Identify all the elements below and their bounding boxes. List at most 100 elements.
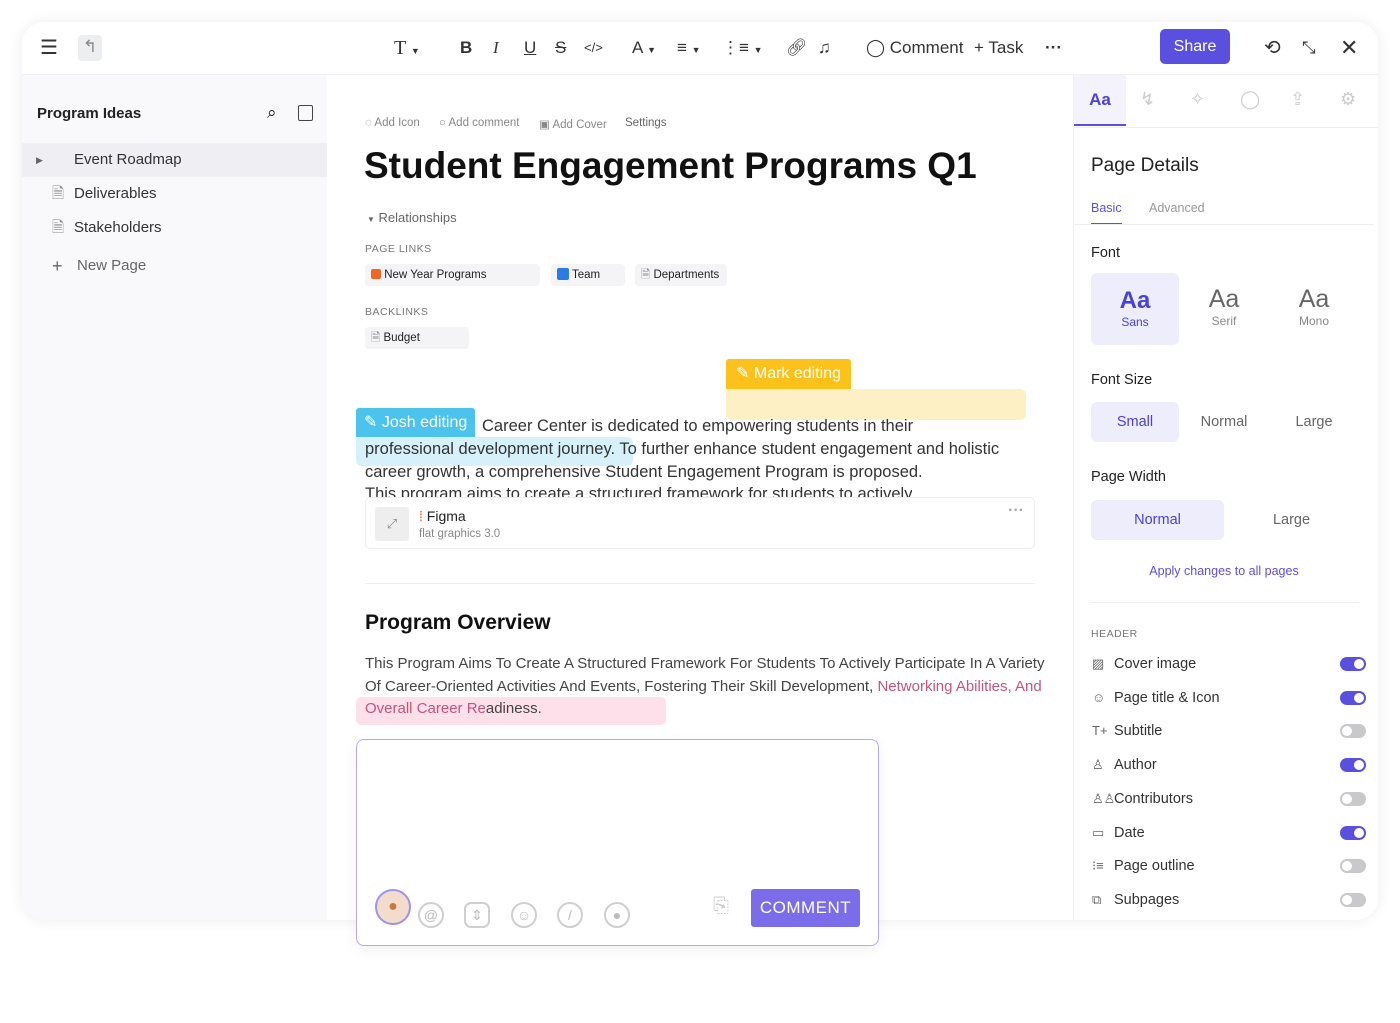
add-cover-button[interactable]: ▣ Add Cover: [539, 117, 607, 131]
expand-icon[interactable]: ⤢: [375, 507, 409, 541]
add-comment-button[interactable]: ○ Add comment: [439, 117, 519, 129]
size-small[interactable]: Small: [1091, 402, 1179, 442]
close-icon[interactable]: ✕: [1340, 36, 1358, 60]
tab-export-icon[interactable]: ⇪: [1290, 89, 1305, 110]
toggle-switch[interactable]: [1340, 758, 1366, 773]
slash-command-icon[interactable]: /: [557, 902, 583, 928]
comment-submit-button[interactable]: COMMENT: [751, 889, 860, 927]
width-normal[interactable]: Normal: [1091, 500, 1224, 540]
embed-icon[interactable]: ♫: [818, 36, 831, 60]
sidebar-item-stakeholders[interactable]: 🗎 Stakeholders: [22, 211, 327, 245]
tab-typography[interactable]: Aa: [1074, 75, 1126, 126]
assign-icon[interactable]: ⇕: [464, 902, 490, 928]
font-size-label: Font Size: [1091, 372, 1153, 388]
size-normal[interactable]: Normal: [1180, 402, 1268, 442]
new-page-button[interactable]: + New Page: [22, 249, 327, 283]
font-option-serif[interactable]: Aa Serif: [1180, 273, 1268, 345]
page-link-chip[interactable]: 🗎 Departments: [635, 264, 728, 286]
header-toggle-row: T+ Subtitle: [1092, 719, 1372, 743]
text-color-icon[interactable]: A ▼: [632, 36, 656, 60]
calendar-icon: ▭: [1092, 824, 1105, 840]
paragraph-text: adiness.: [485, 700, 542, 717]
page-title[interactable]: Student Engagement Programs Q1: [364, 145, 977, 187]
font-option-sans[interactable]: Aa Sans: [1091, 273, 1179, 345]
sidebar-item-deliverables[interactable]: 🗎 Deliverables: [22, 177, 327, 211]
add-icon-button[interactable]: ◌ Add Icon: [365, 117, 420, 129]
header-toggle-row: ⧉ Subpages: [1092, 888, 1372, 912]
toggle-switch[interactable]: [1340, 859, 1366, 874]
mention-icon[interactable]: @: [418, 902, 444, 928]
undo-icon[interactable]: ↰: [78, 35, 102, 61]
figma-embed[interactable]: ⤢ ⁞ Figma flat graphics 3.0 ···: [365, 497, 1035, 549]
collapse-icon[interactable]: ⤡: [1302, 36, 1316, 60]
italic-icon[interactable]: I: [493, 36, 499, 60]
task-button[interactable]: + Task: [974, 36, 1023, 60]
apply-all-link[interactable]: Apply changes to all pages: [1074, 564, 1374, 578]
page-link-chip[interactable]: Team: [551, 264, 625, 286]
user-icon: ♙: [1092, 757, 1104, 773]
tab-advanced[interactable]: Advanced: [1149, 201, 1205, 215]
tab-basic[interactable]: Basic: [1091, 201, 1122, 225]
size-large[interactable]: Large: [1270, 402, 1358, 442]
collapse-sidebar-icon[interactable]: [298, 105, 313, 121]
font-option-mono[interactable]: Aa Mono: [1270, 273, 1358, 345]
toggle-switch[interactable]: [1340, 892, 1366, 907]
menu-icon[interactable]: ☰: [40, 36, 58, 60]
tab-autofill-icon[interactable]: ↯: [1140, 89, 1155, 110]
subtitle-icon: T+: [1092, 723, 1108, 739]
sidebar-item-event-roadmap[interactable]: ▶ Event Roadmap: [22, 143, 327, 177]
tab-comments-icon[interactable]: ◯: [1240, 89, 1260, 110]
comment-button[interactable]: ◯ Comment: [866, 36, 963, 60]
bold-icon[interactable]: B: [460, 36, 472, 60]
relationships-label: Relationships: [378, 210, 457, 225]
smiley-icon: ☺: [1092, 689, 1106, 705]
figma-icon: ⁞: [419, 508, 423, 524]
josh-editing-badge: ✎ Josh editing: [356, 408, 476, 437]
toggle-switch[interactable]: [1340, 724, 1366, 739]
settings-button[interactable]: Settings: [625, 117, 667, 129]
share-button[interactable]: Share: [1160, 29, 1230, 64]
toggle-switch[interactable]: [1340, 657, 1366, 671]
tab-ai-icon[interactable]: ✧: [1190, 89, 1205, 110]
more-icon[interactable]: ···: [1045, 36, 1062, 60]
relationships-toggle[interactable]: ▼ Relationships: [367, 210, 457, 225]
emoji-icon[interactable]: ☺: [511, 902, 537, 928]
toggle-switch[interactable]: [1340, 791, 1366, 806]
link-icon[interactable]: 🔗︎: [786, 36, 808, 60]
tab-settings-icon[interactable]: ⚙: [1340, 89, 1356, 110]
toggle-switch[interactable]: [1340, 690, 1366, 705]
toggle-label: Subpages: [1114, 891, 1180, 908]
toggle-switch[interactable]: [1340, 825, 1366, 840]
page-details-panel: Aa ↯ ✧ ◯ ⇪ ⚙ Page Details Basic Advanced…: [1073, 75, 1378, 920]
toggle-label: Cover image: [1114, 656, 1197, 672]
paragraph-line[interactable]: Career Center is dedicated to empowering…: [482, 415, 913, 438]
overview-paragraph[interactable]: This Program Aims To Create A Structured…: [365, 653, 1045, 721]
list-icon[interactable]: ⋮≡ ▼: [722, 36, 763, 60]
width-large[interactable]: Large: [1225, 500, 1358, 540]
toggle-label: Date: [1114, 824, 1145, 841]
caret-right-icon: ▶: [36, 155, 43, 165]
chip-label: Budget: [383, 332, 420, 344]
chip-label: Team: [572, 269, 601, 281]
strikethrough-icon[interactable]: S: [555, 36, 566, 60]
font-sample: Aa: [1298, 285, 1330, 313]
align-icon[interactable]: ≡ ▼: [677, 36, 701, 60]
toolbar: ☰ ↰ T ▼ B I U S </> A ▼ ≡ ▼ ⋮≡ ▼ 🔗︎ ♫ ◯ …: [22, 22, 1378, 75]
more-icon[interactable]: ···: [1008, 502, 1024, 520]
attachment-icon[interactable]: ⎘: [713, 895, 729, 918]
backlinks-label: BACKLINKS: [365, 306, 429, 318]
font-name: Mono: [1298, 314, 1330, 328]
search-icon[interactable]: ⌕: [267, 103, 277, 123]
new-page-label: New Page: [77, 257, 147, 274]
code-icon[interactable]: </>: [584, 36, 603, 60]
orange-square-icon: [371, 269, 381, 279]
header-toggle-row: ⁝≡ Page outline: [1092, 854, 1372, 878]
paragraph[interactable]: professional development journey. To fur…: [365, 438, 1025, 483]
text-style-button[interactable]: T ▼: [394, 36, 420, 60]
history-icon[interactable]: ⟲: [1264, 36, 1281, 60]
underline-icon[interactable]: U: [524, 36, 536, 60]
chip-label: New Year Programs: [384, 269, 487, 281]
record-icon[interactable]: ●: [604, 902, 630, 928]
page-link-chip[interactable]: New Year Programs: [365, 264, 540, 286]
backlink-chip[interactable]: 🗎 Budget: [365, 327, 469, 349]
